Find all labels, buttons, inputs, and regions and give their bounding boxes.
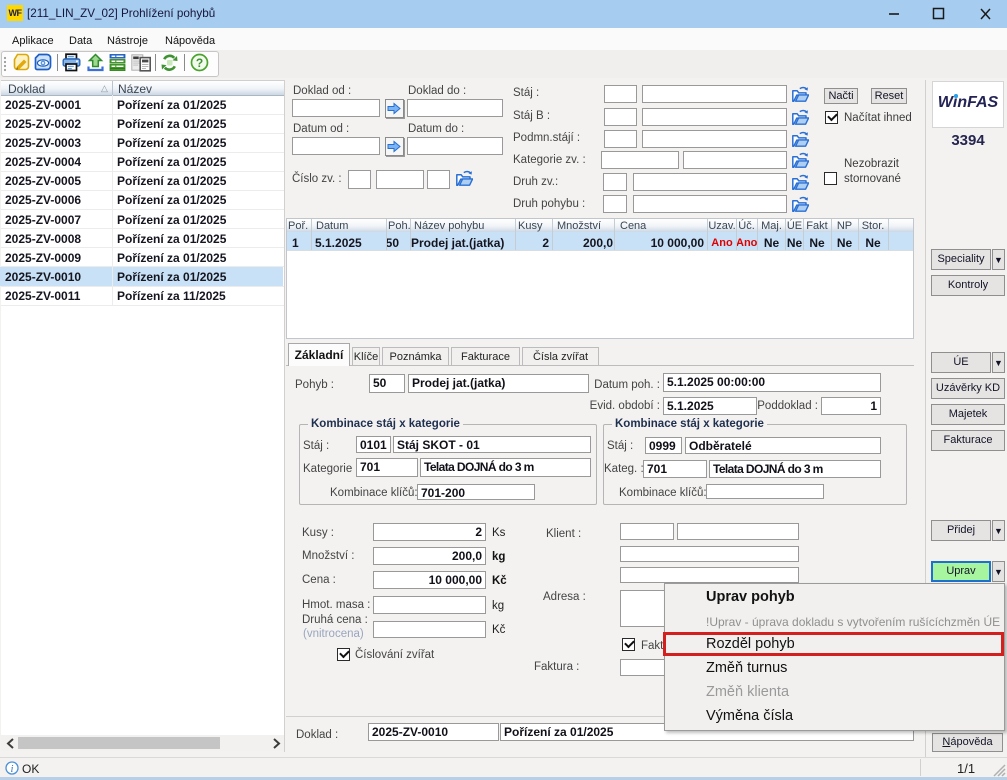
svg-text:i: i (11, 764, 14, 775)
svg-text:?: ? (196, 56, 203, 70)
